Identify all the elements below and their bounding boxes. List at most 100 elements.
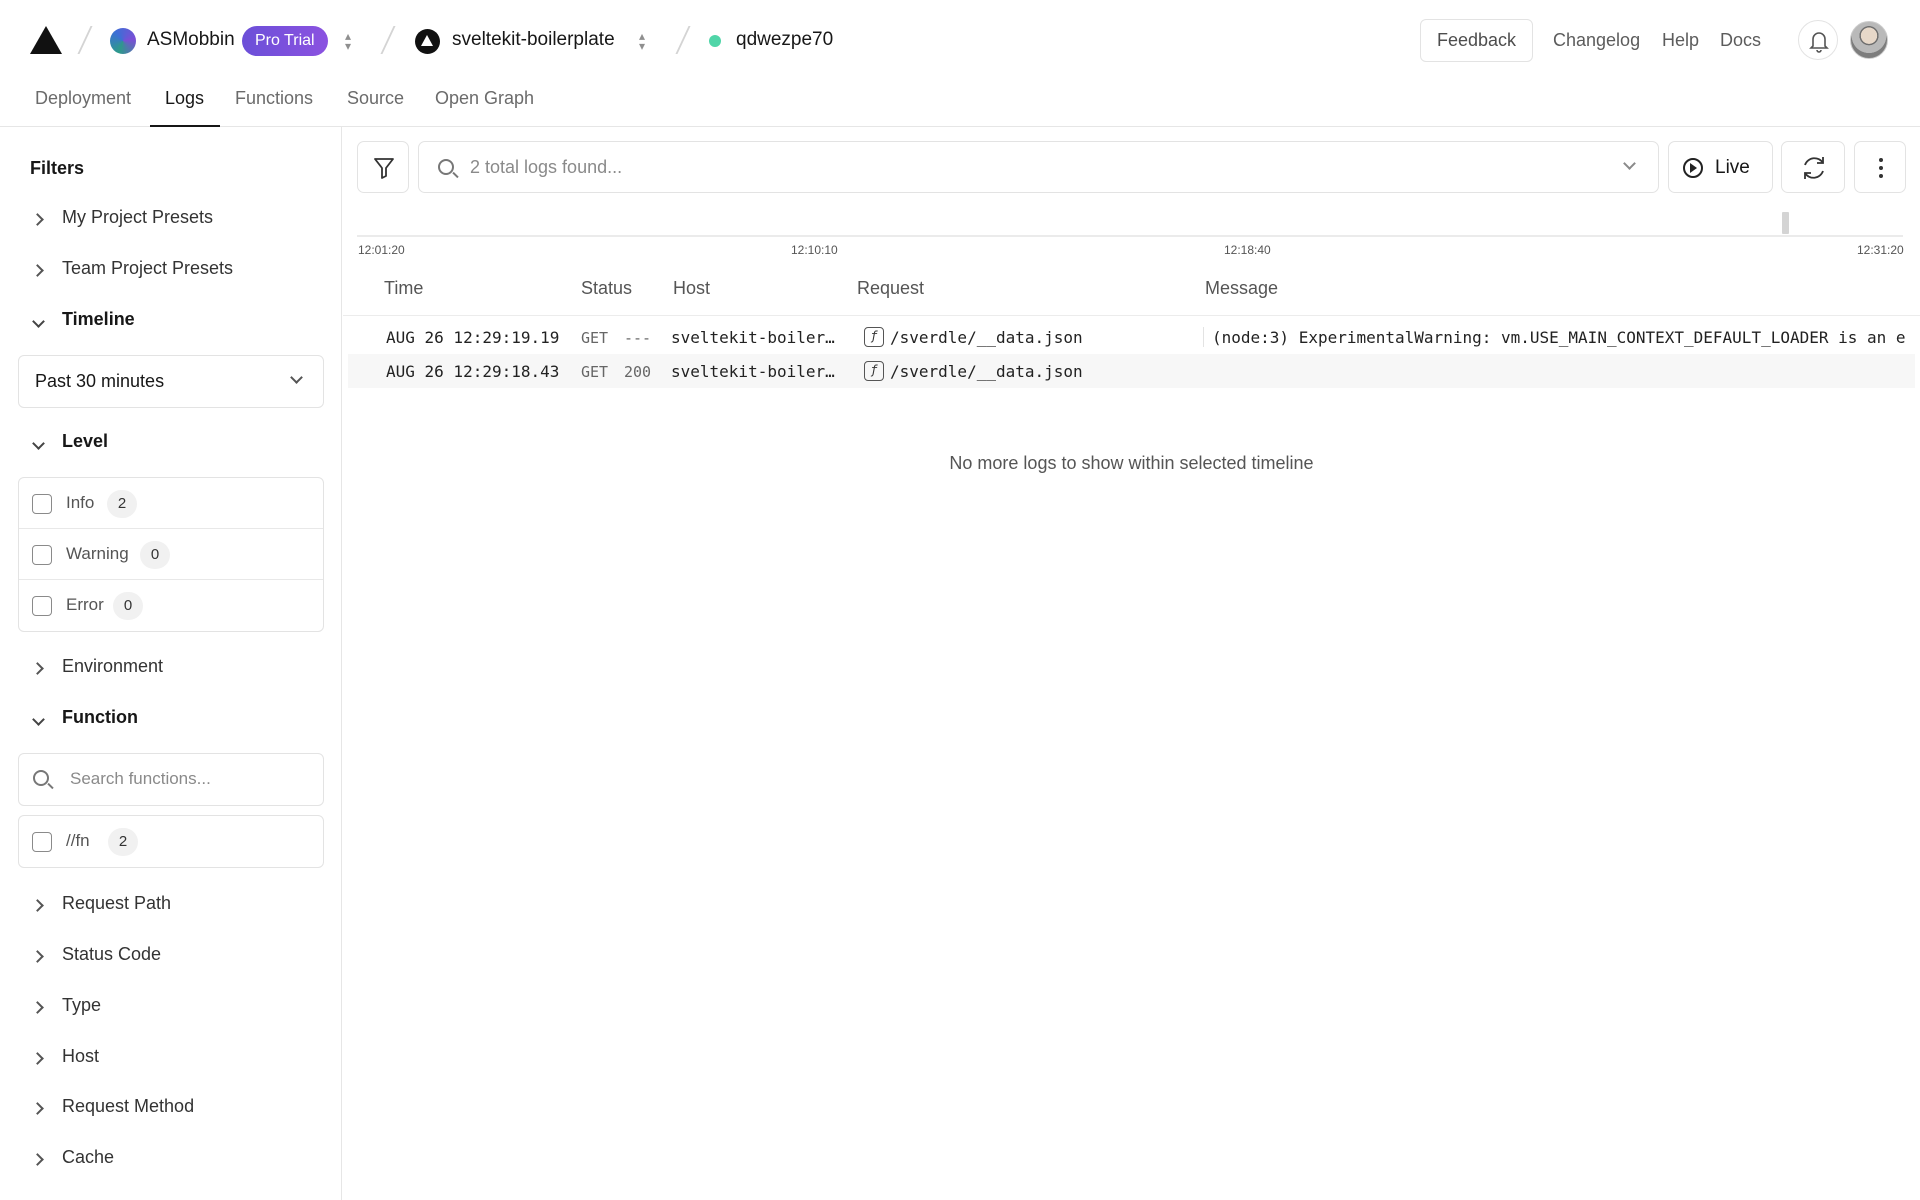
function-options: //fn 2 — [18, 815, 324, 868]
user-avatar[interactable] — [1850, 21, 1888, 59]
play-icon — [1683, 158, 1703, 178]
timeline-tick: 12:10:10 — [791, 243, 838, 257]
team-switcher-icon[interactable]: ▴ ▾ — [341, 30, 355, 53]
notifications-button[interactable] — [1798, 20, 1838, 60]
chevron-right-icon — [30, 1050, 50, 1066]
level-option-info[interactable]: Info 2 — [19, 478, 323, 529]
chevron-right-icon — [30, 262, 50, 278]
vercel-logo-icon[interactable] — [28, 24, 64, 56]
chevron-right-icon — [30, 660, 50, 676]
level-option-error[interactable]: Error 0 — [19, 580, 323, 631]
filters-sidebar: Filters My Project Presets Team Project … — [0, 127, 342, 1200]
column-header-message[interactable]: Message — [1205, 278, 1278, 299]
checkbox[interactable] — [32, 494, 52, 514]
log-method: GET — [581, 363, 609, 381]
log-host: sveltekit-boiler… — [671, 328, 835, 347]
tab-deployment[interactable]: Deployment — [35, 88, 131, 109]
team-avatar — [110, 28, 136, 54]
chevron-down-icon — [30, 435, 50, 451]
breadcrumb-separator — [380, 26, 396, 54]
log-method: GET — [581, 329, 609, 347]
column-header-time[interactable]: Time — [384, 278, 423, 299]
live-button[interactable]: Live — [1668, 141, 1773, 193]
project-switcher-icon[interactable]: ▴ ▾ — [635, 30, 649, 53]
team-name[interactable]: ASMobbin — [147, 29, 235, 51]
deployment-id[interactable]: qdwezpe70 — [736, 29, 833, 51]
plan-badge: Pro Trial — [242, 26, 328, 56]
timeline-select-value: Past 30 minutes — [35, 371, 165, 391]
count-badge: 0 — [140, 541, 170, 569]
tab-logs[interactable]: Logs — [165, 88, 204, 109]
log-status: --- — [624, 329, 652, 347]
chevron-right-icon — [30, 1151, 50, 1167]
tab-open-graph[interactable]: Open Graph — [435, 88, 534, 109]
project-name[interactable]: sveltekit-boilerplate — [452, 29, 615, 51]
chevron-right-icon — [30, 999, 50, 1015]
more-vertical-icon — [1879, 158, 1883, 178]
log-time: AUG 26 12:29:19.19 — [386, 328, 560, 347]
feedback-button[interactable]: Feedback — [1420, 19, 1533, 62]
bell-icon — [1809, 32, 1829, 53]
chevron-down-icon — [1623, 157, 1636, 170]
section-label: Cache — [62, 1147, 115, 1167]
section-label: Function — [62, 707, 138, 727]
timeline-axis — [357, 235, 1903, 237]
column-header-host[interactable]: Host — [673, 278, 710, 299]
option-label: Error — [66, 595, 104, 614]
deployment-status-dot — [709, 35, 721, 47]
empty-state-message: No more logs to show within selected tim… — [949, 453, 1314, 473]
timeline-tick: 12:18:40 — [1224, 243, 1271, 257]
column-header-request[interactable]: Request — [857, 278, 924, 299]
count-badge: 2 — [107, 490, 137, 518]
table-header-divider — [343, 315, 1920, 316]
section-label: Host — [62, 1046, 100, 1066]
log-host: sveltekit-boiler… — [671, 362, 835, 381]
log-row[interactable]: AUG 26 12:29:19.19 GET --- sveltekit-boi… — [348, 320, 1915, 354]
docs-link[interactable]: Docs — [1720, 30, 1761, 51]
log-row[interactable]: AUG 26 12:29:18.43 GET 200 sveltekit-boi… — [348, 354, 1915, 388]
refresh-icon — [1804, 157, 1824, 179]
timeline-tick: 12:01:20 — [358, 243, 405, 257]
chevron-right-icon — [30, 1100, 50, 1116]
logs-search-input[interactable]: 2 total logs found... — [418, 141, 1659, 193]
search-icon — [438, 159, 454, 175]
chevron-down-icon — [290, 371, 303, 384]
filters-title: Filters — [30, 158, 85, 178]
log-request: /sverdle/__data.json — [890, 328, 1083, 347]
more-options-button[interactable] — [1854, 141, 1906, 193]
function-option[interactable]: //fn 2 — [19, 816, 323, 867]
section-label: Level — [62, 431, 109, 451]
search-icon — [33, 770, 49, 786]
breadcrumb-separator — [77, 26, 93, 54]
changelog-link[interactable]: Changelog — [1553, 30, 1640, 51]
refresh-button[interactable] — [1781, 141, 1845, 193]
column-header-status[interactable]: Status — [581, 278, 632, 299]
tab-source[interactable]: Source — [347, 88, 404, 109]
top-bar: ASMobbin Pro Trial ▴ ▾ sveltekit-boilerpl… — [0, 0, 1920, 80]
log-message: (node:3) ExperimentalWarning: vm.USE_MAI… — [1212, 328, 1906, 347]
function-icon: ƒ — [864, 327, 884, 347]
chevron-down-icon — [30, 313, 50, 329]
function-search-placeholder: Search functions... — [70, 769, 211, 788]
live-label: Live — [1715, 157, 1750, 178]
section-label: Environment — [62, 656, 164, 676]
level-option-warning[interactable]: Warning 0 — [19, 529, 323, 580]
filter-icon — [374, 158, 394, 179]
logs-panel: 2 total logs found... Live 12:01:20 12:1… — [343, 127, 1920, 1200]
checkbox[interactable] — [32, 545, 52, 565]
chevron-down-icon — [30, 711, 50, 727]
function-search-input[interactable]: Search functions... — [18, 753, 324, 806]
section-label: Timeline — [62, 309, 135, 329]
count-badge: 2 — [108, 828, 138, 856]
tab-functions[interactable]: Functions — [235, 88, 313, 109]
timeline-tick: 12:31:20 — [1857, 243, 1904, 257]
timeline-select[interactable]: Past 30 minutes — [18, 355, 324, 408]
checkbox[interactable] — [32, 832, 52, 852]
help-link[interactable]: Help — [1662, 30, 1699, 51]
filter-toggle-button[interactable] — [357, 141, 409, 193]
chevron-right-icon — [30, 948, 50, 964]
option-label: Info — [66, 493, 95, 512]
chevron-right-icon — [30, 897, 50, 913]
checkbox[interactable] — [32, 596, 52, 616]
level-options: Info 2 Warning 0 Error 0 — [18, 477, 324, 632]
